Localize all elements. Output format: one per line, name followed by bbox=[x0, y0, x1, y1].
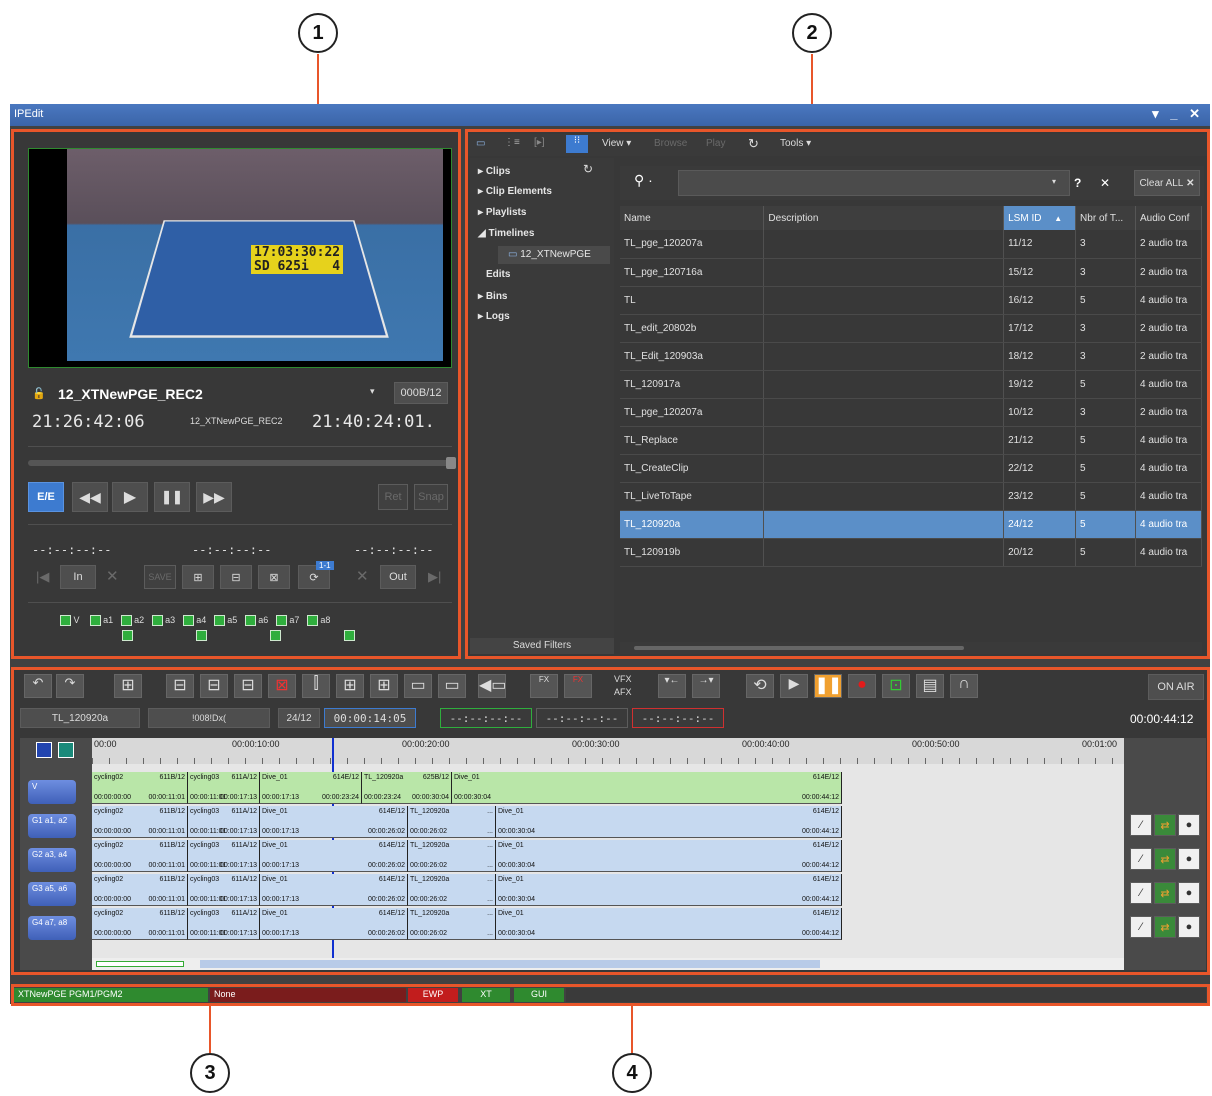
callout-1: 1 bbox=[298, 13, 338, 53]
callout-2: 2 bbox=[792, 13, 832, 53]
callout-frame-3 bbox=[11, 667, 1210, 975]
window-controls[interactable]: ▾ _ ✕ bbox=[1152, 106, 1204, 122]
callout-frame-2 bbox=[465, 129, 1210, 659]
callout-frame-1 bbox=[11, 129, 461, 659]
callout-3: 3 bbox=[190, 1053, 230, 1093]
callout-frame-4 bbox=[11, 984, 1210, 1006]
callout-4: 4 bbox=[612, 1053, 652, 1093]
title-bar: IPEdit ▾ _ ✕ bbox=[10, 104, 1210, 126]
window-title: IPEdit bbox=[14, 108, 44, 120]
